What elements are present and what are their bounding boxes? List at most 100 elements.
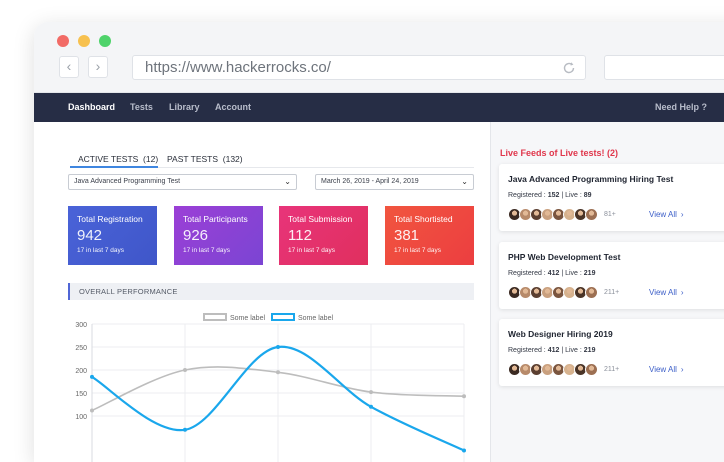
series-point xyxy=(462,448,466,453)
registered-count: 412 xyxy=(547,347,560,354)
back-button[interactable]: ‹ xyxy=(59,56,79,78)
live-feed-card: PHP Web Development Test Registered : 412… xyxy=(499,242,724,309)
stat-value: 926 xyxy=(183,227,209,244)
live-label: Live : xyxy=(565,347,584,354)
series-point xyxy=(90,374,94,379)
live-count: 219 xyxy=(583,347,596,354)
close-window-button[interactable] xyxy=(57,35,69,47)
stat-subtext: 17 in last 7 days xyxy=(183,247,230,254)
registered-label: Registered : xyxy=(508,192,548,199)
stat-card[interactable]: Total Participants 926 17 in last 7 days xyxy=(174,206,263,265)
reload-icon[interactable] xyxy=(561,60,577,76)
live-feed-card: Web Designer Hiring 2019 Registered : 412… xyxy=(499,319,724,386)
stat-subtext: 17 in last 7 days xyxy=(394,247,441,254)
nav-dashboard[interactable]: Dashboard xyxy=(68,102,115,112)
tab-label: PAST TESTS xyxy=(167,154,219,164)
view-all-label: View All xyxy=(649,365,677,374)
top-navigation: Dashboard Tests Library Account Need Hel… xyxy=(34,93,724,122)
avatar xyxy=(585,286,598,299)
y-tick-label: 300 xyxy=(75,322,87,329)
legend-label: Some label xyxy=(298,315,333,322)
view-all-link[interactable]: View All › xyxy=(649,210,684,219)
forward-button[interactable]: › xyxy=(88,56,108,78)
chevron-right-icon: › xyxy=(680,210,684,219)
more-participants-count: 211+ xyxy=(604,366,620,373)
dashboard-main: ACTIVE TESTS (12) PAST TESTS (132) Java … xyxy=(34,122,490,462)
nav-tests[interactable]: Tests xyxy=(130,102,153,112)
tab-count: (132) xyxy=(222,154,243,164)
series-point xyxy=(276,370,280,375)
live-feed-title: Java Advanced Programming Hiring Test xyxy=(508,174,674,184)
browser-titlebar: ‹ › https://www.hackerrocks.co/ xyxy=(34,22,724,93)
series-point xyxy=(183,368,187,372)
series-point xyxy=(462,394,466,399)
view-all-label: View All xyxy=(649,210,677,219)
legend-swatch xyxy=(203,313,227,321)
stat-title: Total Shortisted xyxy=(394,214,453,224)
stat-value: 381 xyxy=(394,227,420,244)
date-range-value: March 26, 2019 - April 24, 2019 xyxy=(321,178,419,185)
tab-active-tests[interactable]: ACTIVE TESTS (12) xyxy=(78,154,158,164)
stat-card[interactable]: Total Shortisted 381 17 in last 7 days xyxy=(385,206,474,265)
series-point xyxy=(369,404,373,409)
stat-subtext: 17 in last 7 days xyxy=(288,247,335,254)
registered-count: 412 xyxy=(547,270,560,277)
view-all-link[interactable]: View All › xyxy=(649,288,684,297)
series-point xyxy=(276,345,280,349)
series-point xyxy=(90,408,94,413)
tab-label: ACTIVE TESTS xyxy=(78,154,139,164)
address-bar[interactable]: https://www.hackerrocks.co/ xyxy=(132,55,586,80)
maximize-window-button[interactable] xyxy=(99,35,111,47)
more-participants-count: 211+ xyxy=(604,289,620,296)
chevron-down-icon: ⌄ xyxy=(461,177,468,186)
active-tab-indicator xyxy=(70,166,158,168)
stat-card[interactable]: Total Registration 942 17 in last 7 days xyxy=(68,206,157,265)
overall-performance-label: OVERALL PERFORMANCE xyxy=(79,287,178,296)
minimize-window-button[interactable] xyxy=(78,35,90,47)
avatar xyxy=(585,208,598,221)
series-point xyxy=(183,427,187,432)
stat-title: Total Registration xyxy=(77,214,143,224)
live-feeds-heading: Live Feeds of Live tests! (2) xyxy=(500,148,619,158)
chevron-right-icon: › xyxy=(680,288,684,297)
date-range-select[interactable]: March 26, 2019 - April 24, 2019 ⌄ xyxy=(315,174,474,190)
live-feed-stats: Registered : 412 | Live : 219 xyxy=(508,347,595,354)
address-url: https://www.hackerrocks.co/ xyxy=(145,59,331,76)
need-help-link[interactable]: Need Help ? xyxy=(655,102,707,112)
more-participants-count: 81+ xyxy=(604,211,616,218)
chevron-right-icon: › xyxy=(680,365,684,374)
tab-past-tests[interactable]: PAST TESTS (132) xyxy=(167,154,243,164)
nav-account[interactable]: Account xyxy=(215,102,251,112)
live-count: 219 xyxy=(583,270,596,277)
registered-label: Registered : xyxy=(508,270,548,277)
stat-subtext: 17 in last 7 days xyxy=(77,247,124,254)
live-feed-title: PHP Web Development Test xyxy=(508,252,621,262)
stat-title: Total Participants xyxy=(183,214,248,224)
performance-chart: 300 250 200 150 100 Some label Some label xyxy=(75,313,466,462)
registered-label: Registered : xyxy=(508,347,548,354)
live-label: Live : xyxy=(565,270,584,277)
y-tick-label: 150 xyxy=(75,391,87,398)
tab-count: (12) xyxy=(143,154,159,164)
test-select-value: Java Advanced Programming Test xyxy=(74,178,181,185)
live-feed-title: Web Designer Hiring 2019 xyxy=(508,329,613,339)
live-feeds-panel: Live Feeds of Live tests! (2) Java Advan… xyxy=(490,122,724,462)
stat-card[interactable]: Total Submission 112 17 in last 7 days xyxy=(279,206,368,265)
nav-library[interactable]: Library xyxy=(169,102,200,112)
view-all-label: View All xyxy=(649,288,677,297)
stat-value: 112 xyxy=(288,227,312,244)
y-tick-label: 250 xyxy=(75,345,87,352)
live-feed-stats: Registered : 152 | Live : 89 xyxy=(508,192,592,199)
registered-count: 152 xyxy=(547,192,560,199)
overall-performance-header: OVERALL PERFORMANCE xyxy=(68,283,474,300)
browser-extra-field[interactable] xyxy=(604,55,724,80)
stat-value: 942 xyxy=(77,227,103,244)
browser-window: ‹ › https://www.hackerrocks.co/ Dashboar… xyxy=(34,22,724,462)
view-all-link[interactable]: View All › xyxy=(649,365,684,374)
test-select[interactable]: Java Advanced Programming Test ⌄ xyxy=(68,174,297,190)
stat-title: Total Submission xyxy=(288,214,353,224)
live-feed-stats: Registered : 412 | Live : 219 xyxy=(508,270,595,277)
chevron-down-icon: ⌄ xyxy=(284,177,291,186)
live-count: 89 xyxy=(583,192,592,199)
series-point xyxy=(369,390,373,395)
